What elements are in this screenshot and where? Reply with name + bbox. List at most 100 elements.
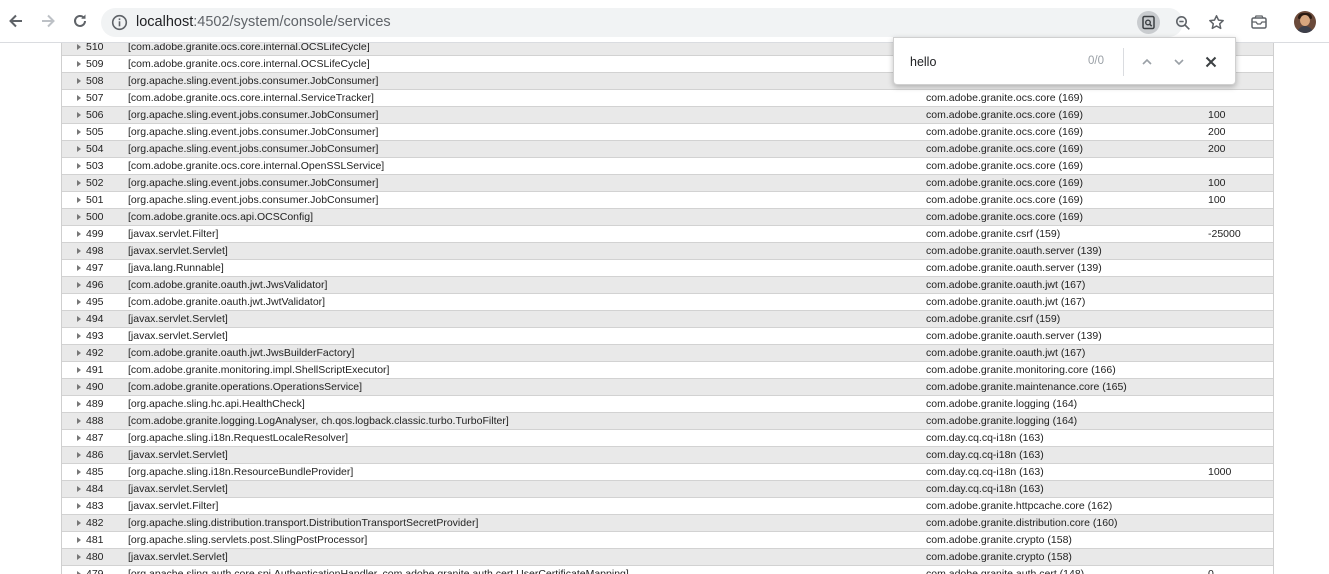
reload-button[interactable] — [67, 8, 93, 34]
expand-arrow-icon[interactable] — [77, 333, 81, 339]
expand-arrow-icon[interactable] — [77, 265, 81, 271]
forward-button[interactable] — [35, 8, 61, 34]
table-row[interactable]: 488 [com.adobe.granite.logging.LogAnalyse… — [62, 413, 1273, 430]
service-bundle[interactable]: com.adobe.granite.csrf (159) — [926, 228, 1060, 240]
service-bundle[interactable]: com.adobe.granite.ocs.core (169) — [926, 177, 1083, 189]
extension-icon[interactable] — [1248, 11, 1270, 33]
expand-arrow-icon[interactable] — [77, 401, 81, 407]
service-bundle[interactable]: com.adobe.granite.ocs.core (169) — [926, 211, 1083, 223]
service-bundle[interactable]: com.adobe.granite.oauth.jwt (167) — [926, 279, 1085, 291]
table-row[interactable]: 490 [com.adobe.granite.operations.Operati… — [62, 379, 1273, 396]
service-bundle[interactable]: com.adobe.granite.oauth.server (139) — [926, 245, 1102, 257]
bookmark-star-icon[interactable] — [1205, 11, 1228, 34]
table-row[interactable]: 482 [org.apache.sling.distribution.transp… — [62, 515, 1273, 532]
service-bundle[interactable]: com.adobe.granite.monitoring.core (166) — [926, 364, 1116, 376]
service-bundle[interactable]: com.adobe.granite.oauth.server (139) — [926, 330, 1102, 342]
back-button[interactable] — [3, 8, 29, 34]
table-row[interactable]: 503 [com.adobe.granite.ocs.core.internal.… — [62, 158, 1273, 175]
expand-arrow-icon[interactable] — [77, 248, 81, 254]
expand-arrow-icon[interactable] — [77, 503, 81, 509]
service-bundle[interactable]: com.adobe.granite.oauth.jwt (167) — [926, 296, 1085, 308]
table-row[interactable]: 505 [org.apache.sling.event.jobs.consumer… — [62, 124, 1273, 141]
table-row[interactable]: 504 [org.apache.sling.event.jobs.consumer… — [62, 141, 1273, 158]
expand-arrow-icon[interactable] — [77, 452, 81, 458]
table-row[interactable]: 480 [javax.servlet.Servlet] com.adobe.gran… — [62, 549, 1273, 566]
expand-arrow-icon[interactable] — [77, 367, 81, 373]
service-bundle[interactable]: com.day.cq.cq-i18n (163) — [926, 483, 1044, 495]
table-row[interactable]: 483 [javax.servlet.Filter] com.adobe.grani… — [62, 498, 1273, 515]
expand-arrow-icon[interactable] — [77, 299, 81, 305]
expand-arrow-icon[interactable] — [77, 537, 81, 543]
service-bundle[interactable]: com.day.cq.cq-i18n (163) — [926, 466, 1044, 478]
service-bundle[interactable]: com.adobe.granite.ocs.core (169) — [926, 143, 1083, 155]
service-bundle[interactable]: com.adobe.granite.oauth.jwt (167) — [926, 347, 1085, 359]
find-close-button[interactable] — [1201, 52, 1221, 72]
expand-arrow-icon[interactable] — [77, 435, 81, 441]
expand-arrow-icon[interactable] — [77, 316, 81, 322]
service-bundle[interactable]: com.adobe.granite.ocs.core (169) — [926, 92, 1083, 104]
table-row[interactable]: 479 [org.apache.sling.auth.core.spi.Authe… — [62, 566, 1273, 574]
table-row[interactable]: 481 [org.apache.sling.servlets.post.Sling… — [62, 532, 1273, 549]
find-previous-button[interactable] — [1137, 52, 1157, 72]
expand-arrow-icon[interactable] — [77, 282, 81, 288]
table-row[interactable]: 501 [org.apache.sling.event.jobs.consumer… — [62, 192, 1273, 209]
service-bundle[interactable]: com.adobe.granite.httpcache.core (162) — [926, 500, 1112, 512]
table-row[interactable]: 497 [java.lang.Runnable] com.adobe.granite… — [62, 260, 1273, 277]
table-row[interactable]: 494 [javax.servlet.Servlet] com.adobe.gran… — [62, 311, 1273, 328]
service-bundle[interactable]: com.adobe.granite.ocs.core (169) — [926, 126, 1083, 138]
table-row[interactable]: 495 [com.adobe.granite.oauth.jwt.JwtValid… — [62, 294, 1273, 311]
expand-arrow-icon[interactable] — [77, 214, 81, 220]
table-row[interactable]: 502 [org.apache.sling.event.jobs.consumer… — [62, 175, 1273, 192]
service-bundle[interactable]: com.day.cq.cq-i18n (163) — [926, 432, 1044, 444]
expand-arrow-icon[interactable] — [77, 146, 81, 152]
expand-arrow-icon[interactable] — [77, 469, 81, 475]
service-bundle[interactable]: com.adobe.granite.logging (164) — [926, 398, 1077, 410]
expand-arrow-icon[interactable] — [77, 129, 81, 135]
table-row[interactable]: 491 [com.adobe.granite.monitoring.impl.Sh… — [62, 362, 1273, 379]
table-row[interactable]: 500 [com.adobe.granite.ocs.api.OCSConfig]… — [62, 209, 1273, 226]
expand-arrow-icon[interactable] — [77, 163, 81, 169]
table-row[interactable]: 506 [org.apache.sling.event.jobs.consumer… — [62, 107, 1273, 124]
zoom-icon[interactable] — [1171, 11, 1194, 34]
expand-arrow-icon[interactable] — [77, 520, 81, 526]
expand-arrow-icon[interactable] — [77, 44, 81, 50]
table-row[interactable]: 486 [javax.servlet.Servlet] com.day.cq.cq-… — [62, 447, 1273, 464]
table-row[interactable]: 484 [javax.servlet.Servlet] com.day.cq.cq-… — [62, 481, 1273, 498]
table-row[interactable]: 487 [org.apache.sling.i18n.RequestLocaleR… — [62, 430, 1273, 447]
service-bundle[interactable]: com.adobe.granite.maintenance.core (165) — [926, 381, 1127, 393]
table-row[interactable]: 498 [javax.servlet.Servlet] com.adobe.gran… — [62, 243, 1273, 260]
table-row[interactable]: 507 [com.adobe.granite.ocs.core.internal.… — [62, 90, 1273, 107]
service-bundle[interactable]: com.adobe.granite.ocs.core (169) — [926, 194, 1083, 206]
expand-arrow-icon[interactable] — [77, 418, 81, 424]
service-bundle[interactable]: com.adobe.granite.oauth.server (139) — [926, 262, 1102, 274]
table-row[interactable]: 485 [org.apache.sling.i18n.ResourceBundle… — [62, 464, 1273, 481]
profile-avatar[interactable] — [1294, 11, 1316, 33]
service-bundle[interactable]: com.adobe.granite.ocs.core (169) — [926, 109, 1083, 121]
service-bundle[interactable]: com.adobe.granite.logging (164) — [926, 415, 1077, 427]
service-bundle[interactable]: com.adobe.granite.csrf (159) — [926, 313, 1060, 325]
expand-arrow-icon[interactable] — [77, 384, 81, 390]
expand-arrow-icon[interactable] — [77, 350, 81, 356]
expand-arrow-icon[interactable] — [77, 112, 81, 118]
table-row[interactable]: 499 [javax.servlet.Filter] com.adobe.grani… — [62, 226, 1273, 243]
expand-arrow-icon[interactable] — [77, 197, 81, 203]
expand-arrow-icon[interactable] — [77, 231, 81, 237]
service-bundle[interactable]: com.adobe.granite.crypto (158) — [926, 534, 1072, 546]
address-bar[interactable]: localhost:4502/system/console/services — [101, 8, 1224, 37]
expand-arrow-icon[interactable] — [77, 554, 81, 560]
find-in-page-icon[interactable] — [1137, 11, 1160, 34]
table-row[interactable]: 496 [com.adobe.granite.oauth.jwt.JwsValid… — [62, 277, 1273, 294]
expand-arrow-icon[interactable] — [77, 78, 81, 84]
expand-arrow-icon[interactable] — [77, 61, 81, 67]
expand-arrow-icon[interactable] — [77, 486, 81, 492]
table-row[interactable]: 492 [com.adobe.granite.oauth.jwt.JwsBuild… — [62, 345, 1273, 362]
service-bundle[interactable]: com.adobe.granite.ocs.core (169) — [926, 160, 1083, 172]
table-row[interactable]: 493 [javax.servlet.Servlet] com.adobe.gran… — [62, 328, 1273, 345]
service-bundle[interactable]: com.adobe.granite.distribution.core (160… — [926, 517, 1117, 529]
expand-arrow-icon[interactable] — [77, 95, 81, 101]
service-bundle[interactable]: com.day.cq.cq-i18n (163) — [926, 449, 1044, 461]
find-next-button[interactable] — [1169, 52, 1189, 72]
site-info-icon[interactable] — [111, 14, 128, 31]
service-bundle[interactable]: com.adobe.granite.crypto (158) — [926, 551, 1072, 563]
table-row[interactable]: 489 [org.apache.sling.hc.api.HealthCheck]… — [62, 396, 1273, 413]
